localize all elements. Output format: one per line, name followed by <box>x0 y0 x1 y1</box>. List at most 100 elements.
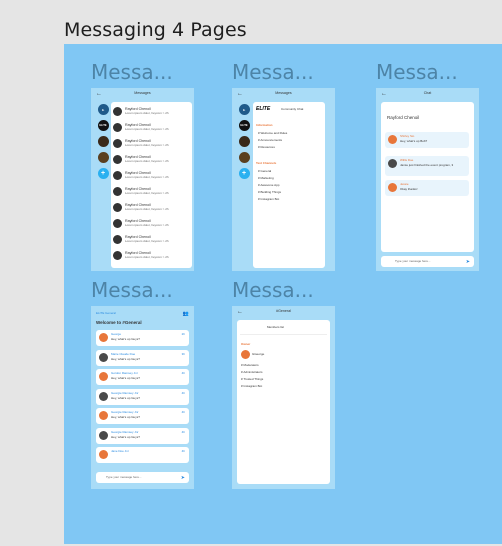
message-time: 4h <box>181 410 185 414</box>
sender-name: Gordon Ramsey Jnr <box>111 371 138 375</box>
section-text-channels[interactable]: Text Channels <box>256 162 276 165</box>
frame-label-1[interactable]: Messa... <box>91 60 173 84</box>
frame-community-channels[interactable]: ← Messages ➤ ELITE + ELITE Community Cha… <box>232 88 335 271</box>
message-preview: Lorem ipsum dolor, heycom > 2h <box>125 223 169 228</box>
channel-item[interactable]: # Trusted Things <box>241 378 263 381</box>
add-server-icon[interactable]: + <box>97 168 109 179</box>
frame-label-2[interactable]: Messa... <box>232 60 314 84</box>
message-input[interactable]: Type your message here... ➤ <box>96 472 189 483</box>
channel-item[interactable]: # Resources <box>258 146 287 149</box>
message-time: 3h <box>181 351 185 356</box>
channel-item[interactable]: # Instagram Bot <box>258 198 281 201</box>
sender-name: Marie Claude Doe <box>111 351 136 356</box>
avatar <box>113 203 122 212</box>
server-icon[interactable] <box>238 152 250 163</box>
server-icon[interactable] <box>97 136 109 147</box>
message-text: Hey, what's up Guys? <box>111 337 140 341</box>
message-preview: Lorem ipsum dolor, heycom > 2h <box>125 191 169 196</box>
role-owner: Owner <box>241 342 251 346</box>
channel-item[interactable]: # Announcements <box>258 139 287 142</box>
elite-server-icon[interactable]: ELITE <box>97 120 109 131</box>
frame-members[interactable]: ← #General Members list Owner GGeorge # … <box>232 306 335 489</box>
channel-item[interactable]: # Administrators <box>241 371 263 374</box>
message-list-item[interactable]: Rayford Chenoil Lorem ipsum dolor, heycom… <box>113 104 188 119</box>
section-information[interactable]: Information <box>256 124 273 127</box>
message-list-item[interactable]: Rayford Chenoil Lorem ipsum dolor, heycom… <box>113 232 188 247</box>
channel-item[interactable]: # Marketing <box>258 177 281 180</box>
header: ← Messages <box>232 88 335 100</box>
channel-item[interactable]: # Moderators <box>241 364 263 367</box>
elite-server-icon[interactable]: ELITE <box>238 120 250 131</box>
avatar <box>113 235 122 244</box>
message-time: 4h <box>181 449 185 453</box>
server-rail: ➤ ELITE + <box>94 104 112 184</box>
channel-item[interactable]: # Awesome App <box>258 184 281 187</box>
avatar <box>99 430 108 440</box>
avatar <box>99 372 108 381</box>
header-title: Chat <box>423 91 432 96</box>
avatar <box>113 219 122 228</box>
message-list-item[interactable]: Rayford Chenoil Lorem ipsum dolor, heycom… <box>113 248 188 263</box>
avatar <box>388 183 397 192</box>
message-text: Hey, what's up Guys? <box>111 434 140 439</box>
frame-channel-chat[interactable]: ELITE General 👥 Welcome to #General Geor… <box>91 306 194 489</box>
server-icon[interactable] <box>97 152 109 163</box>
owner-name[interactable]: GGeorge <box>252 353 264 356</box>
channel-message: Jane Doe Jnr 4h <box>96 447 189 463</box>
send-icon[interactable]: ➤ <box>181 475 185 481</box>
send-icon[interactable]: ➤ <box>466 259 470 265</box>
back-arrow-icon[interactable]: ← <box>96 91 102 97</box>
message-input[interactable]: Type your message here... ➤ <box>381 256 474 267</box>
chat-contact-name: Rayford Chenoil <box>387 115 420 120</box>
message-time: 4h <box>181 429 185 434</box>
chat-message: Shirley Sio Hey, what's up Bob? <box>385 132 469 148</box>
telegram-icon[interactable]: ➤ <box>238 104 250 115</box>
back-arrow-icon[interactable]: ← <box>381 91 387 97</box>
message-list-item[interactable]: Rayford Chenoil Lorem ipsum dolor, heycom… <box>113 120 188 135</box>
chat-panel: Rayford Chenoil Shirley Sio Hey, what's u… <box>381 102 474 252</box>
back-arrow-icon[interactable]: ← <box>237 309 243 315</box>
avatar <box>99 411 108 420</box>
message-time: 4h <box>181 390 185 395</box>
message-list-item[interactable]: Rayford Chenoil Lorem ipsum dolor, heycom… <box>113 136 188 151</box>
frame-label-4[interactable]: Messa... <box>91 278 173 302</box>
message-preview: Lorem ipsum dolor, heycom > 2h <box>125 127 169 132</box>
avatar <box>99 391 108 401</box>
message-list-item[interactable]: Rayford Chenoil Lorem ipsum dolor, heycom… <box>113 168 188 183</box>
members-icon[interactable]: 👥 <box>183 311 189 317</box>
message-input-placeholder: Type your message here... <box>106 475 142 479</box>
back-arrow-icon[interactable]: ← <box>237 91 243 97</box>
sender-name: Shirley Sio <box>400 134 415 138</box>
message-preview: Lorem ipsum dolor, heycom > 2h <box>125 255 169 260</box>
channel-item[interactable]: # Welcome and Rules <box>258 132 287 135</box>
channel-item[interactable]: # Building Things <box>258 191 281 194</box>
avatar <box>113 155 122 164</box>
message-time: 2h <box>181 332 185 336</box>
channel-item[interactable]: # Instagram Bot <box>241 385 263 388</box>
add-server-icon[interactable]: + <box>238 168 250 179</box>
design-canvas: Messa... Messa... Messa... Messa... Mess… <box>64 44 502 544</box>
members-list-title[interactable]: Members list <box>267 326 284 329</box>
sender-name: Jessie <box>400 182 409 186</box>
server-rail: ➤ ELITE + <box>235 104 253 184</box>
message-list-item[interactable]: Rayford Chenoil Lorem ipsum dolor, heycom… <box>113 216 188 231</box>
server-icon[interactable] <box>238 136 250 147</box>
welcome-title: Welcome to #General <box>96 320 142 325</box>
message-preview: Lorem ipsum dolor, heycom > 2h <box>125 239 169 244</box>
message-preview: Lorem ipsum dolor, heycom > 2h <box>125 207 169 212</box>
avatar[interactable] <box>241 350 250 359</box>
message-text: Hey, what's up Guys? <box>111 356 140 361</box>
channel-item[interactable]: # General <box>258 170 281 173</box>
message-preview: Lorem ipsum dolor, heycom > 2h <box>125 143 169 148</box>
message-list-item[interactable]: Rayford Chenoil Lorem ipsum dolor, heycom… <box>113 152 188 167</box>
message-list-item[interactable]: Rayford Chenoil Lorem ipsum dolor, heycom… <box>113 200 188 215</box>
sender-name: Willis Doe <box>400 158 414 162</box>
telegram-icon[interactable]: ➤ <box>97 104 109 115</box>
channel-message: George 2h Hey, what's up Guys? <box>96 330 189 346</box>
header: ← Messages <box>91 88 194 100</box>
frame-label-3[interactable]: Messa... <box>376 60 458 84</box>
frame-label-5[interactable]: Messa... <box>232 278 314 302</box>
frame-chat[interactable]: ← Chat Rayford Chenoil Shirley Sio Hey, w… <box>376 88 479 271</box>
frame-messages-list[interactable]: ← Messages ➤ ELITE + Rayford Chenoil Lore… <box>91 88 194 271</box>
message-list-item[interactable]: Rayford Chenoil Lorem ipsum dolor, heycom… <box>113 184 188 199</box>
